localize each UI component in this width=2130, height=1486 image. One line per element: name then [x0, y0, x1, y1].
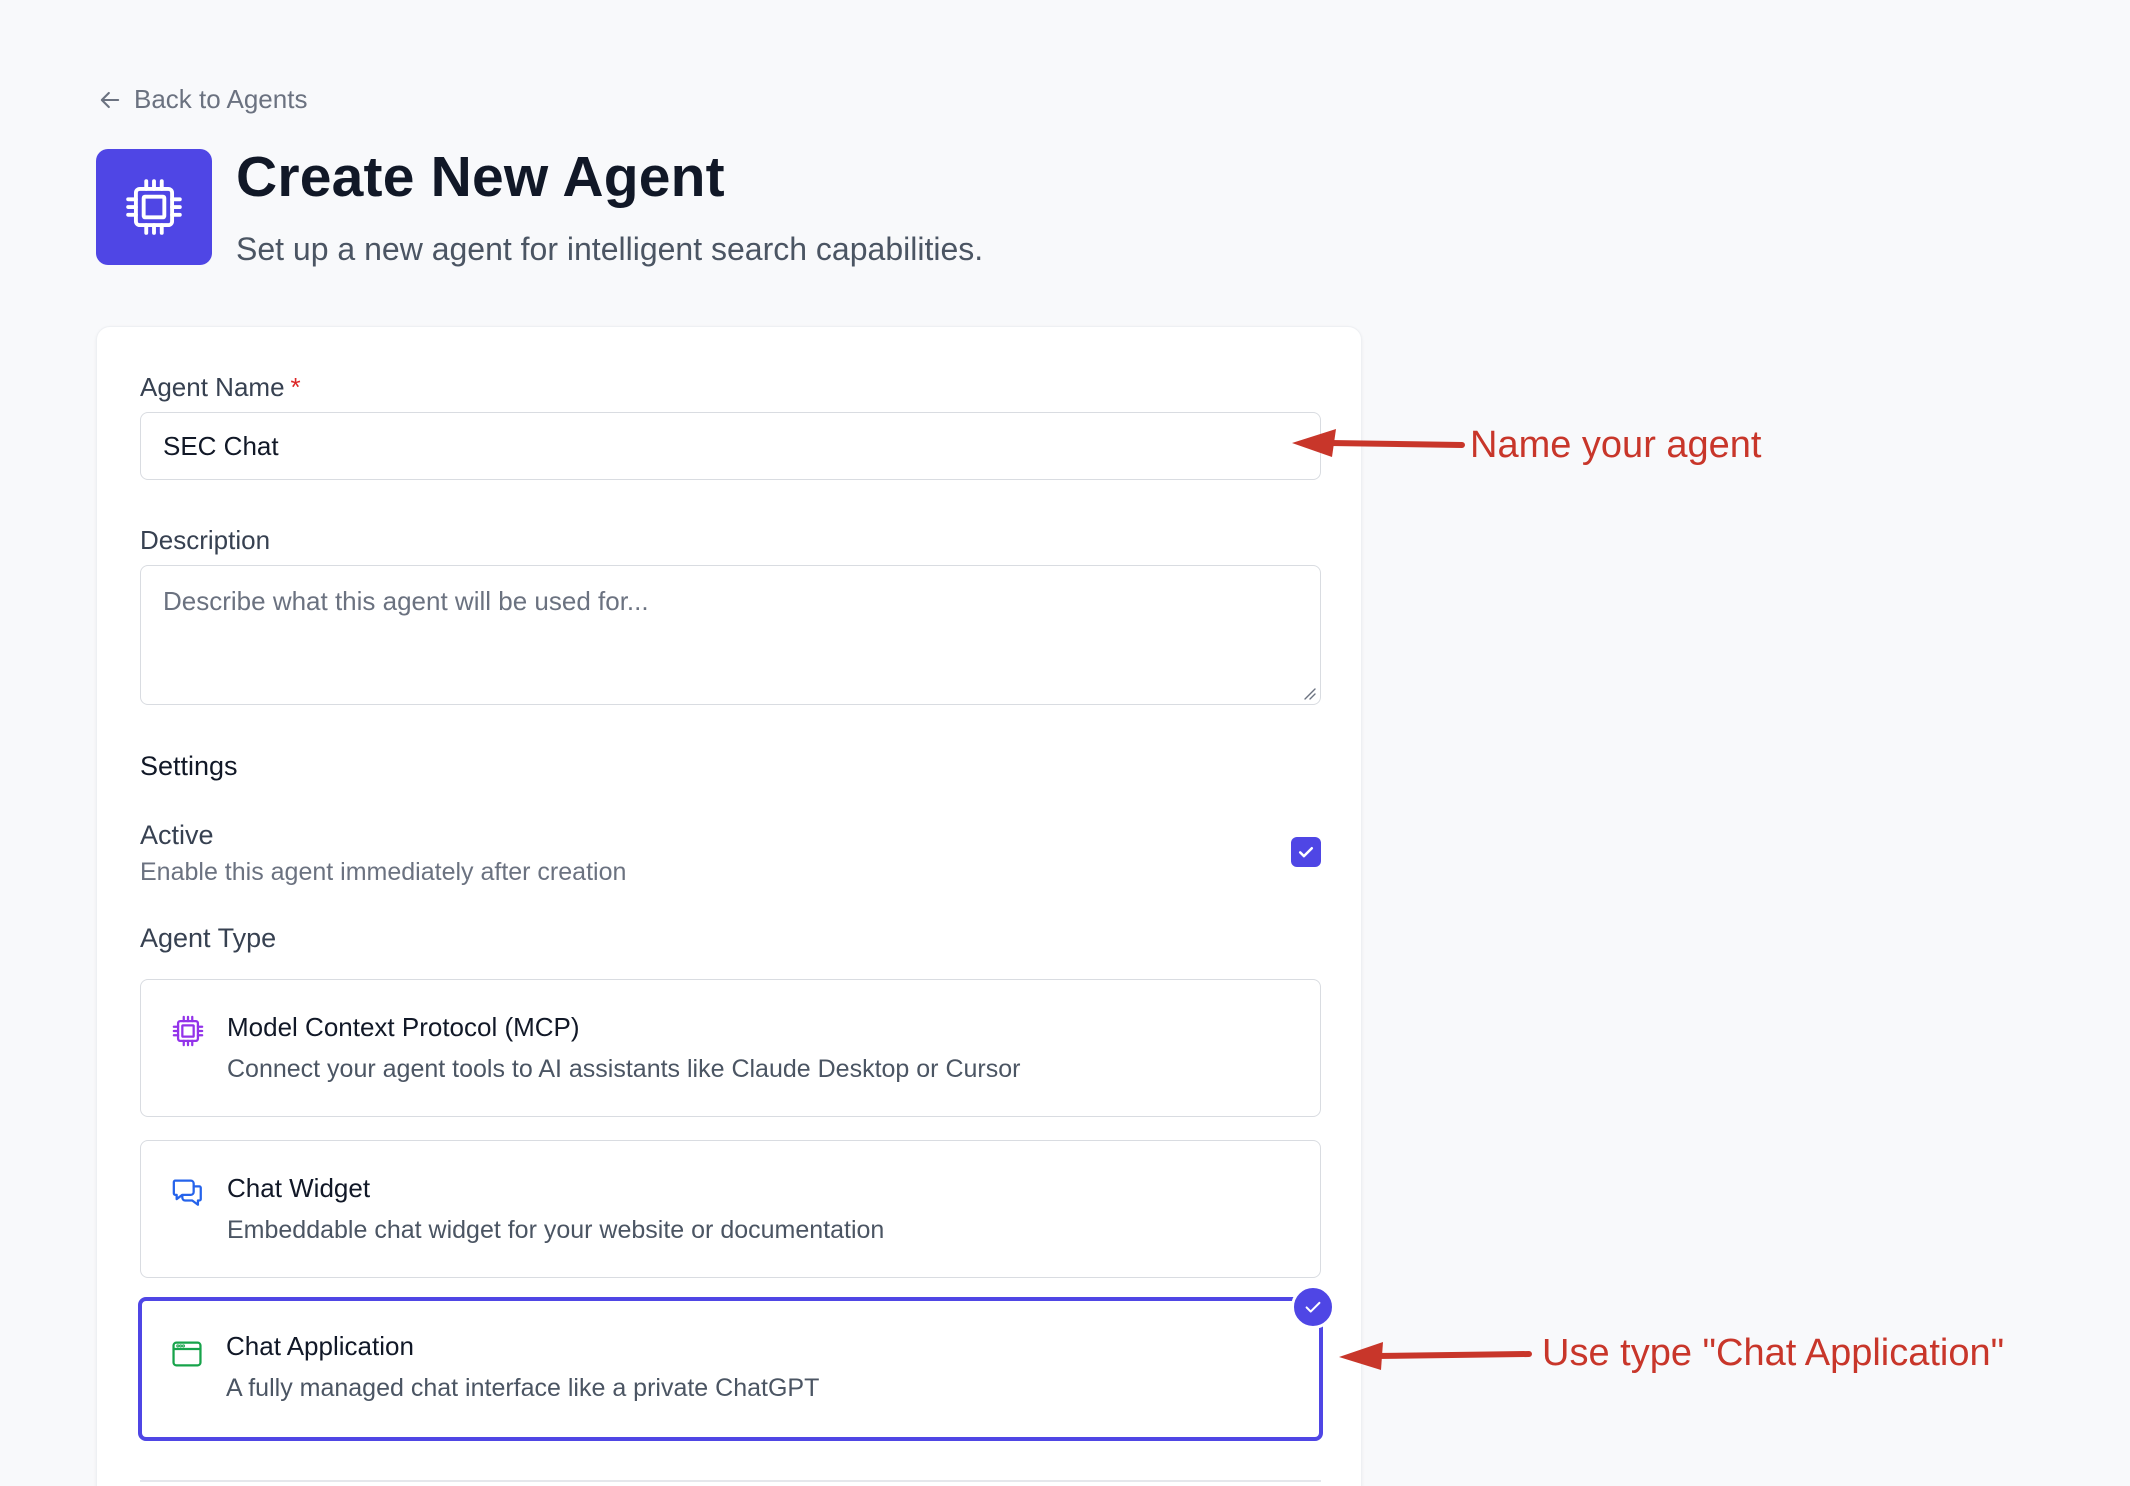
- name-hint-annotation: Name your agent: [1470, 424, 1762, 466]
- selected-check-badge: [1291, 1285, 1335, 1329]
- browser-window-icon: [172, 1341, 202, 1367]
- description-label: Description: [140, 525, 271, 555]
- back-to-agents-link[interactable]: Back to Agents: [96, 84, 307, 115]
- create-agent-form-card: Agent Name* Description Settings Active …: [96, 326, 1362, 1486]
- agent-type-title: Chat Widget: [227, 1173, 371, 1203]
- page-title: Create New Agent: [236, 145, 725, 209]
- resize-handle-icon[interactable]: [1300, 684, 1316, 700]
- checkmark-icon: [1298, 847, 1314, 858]
- type-hint-annotation: Use type "Chat Application": [1542, 1332, 2005, 1374]
- agent-type-description: A fully managed chat interface like a pr…: [226, 1374, 820, 1402]
- type-hint-arrow: [1339, 1342, 1532, 1370]
- page-header: Create New Agent Set up a new agent for …: [96, 149, 983, 269]
- agent-type-label: Agent Type: [140, 923, 277, 953]
- page-subtitle: Set up a new agent for intelligent searc…: [236, 231, 984, 267]
- form-divider: [140, 1480, 1321, 1482]
- required-mark: *: [290, 372, 301, 402]
- agent-type-option-mcp[interactable]: Model Context Protocol (MCP) Connect you…: [140, 979, 1321, 1117]
- agent-type-title: Chat Application: [226, 1331, 414, 1361]
- settings-section-title: Settings: [140, 751, 238, 781]
- arrow-left-icon: [100, 91, 120, 108]
- agent-type-option-chat-widget[interactable]: Chat Widget Embeddable chat widget for y…: [140, 1140, 1321, 1278]
- back-link-label: Back to Agents: [134, 84, 308, 114]
- agent-type-option-chat-application[interactable]: Chat Application A fully managed chat in…: [138, 1285, 1335, 1441]
- active-checkbox[interactable]: [1291, 837, 1321, 867]
- active-setting-description: Enable this agent immediately after crea…: [140, 858, 627, 886]
- agent-name-input[interactable]: [140, 412, 1321, 480]
- active-setting-label: Active: [140, 820, 214, 850]
- agent-type-description: Embeddable chat widget for your website …: [227, 1216, 885, 1244]
- description-textarea[interactable]: [140, 565, 1321, 705]
- agent-name-label: Agent Name *: [140, 372, 301, 402]
- agent-type-description: Connect your agent tools to AI assistant…: [227, 1055, 1021, 1083]
- cpu-chip-icon: [172, 1015, 204, 1047]
- chat-bubbles-icon: [172, 1179, 202, 1206]
- name-hint-arrow: [1292, 429, 1465, 457]
- checkmark-icon: [1305, 1301, 1321, 1313]
- agent-type-title: Model Context Protocol (MCP): [227, 1012, 580, 1042]
- agent-chip-icon: [96, 149, 212, 265]
